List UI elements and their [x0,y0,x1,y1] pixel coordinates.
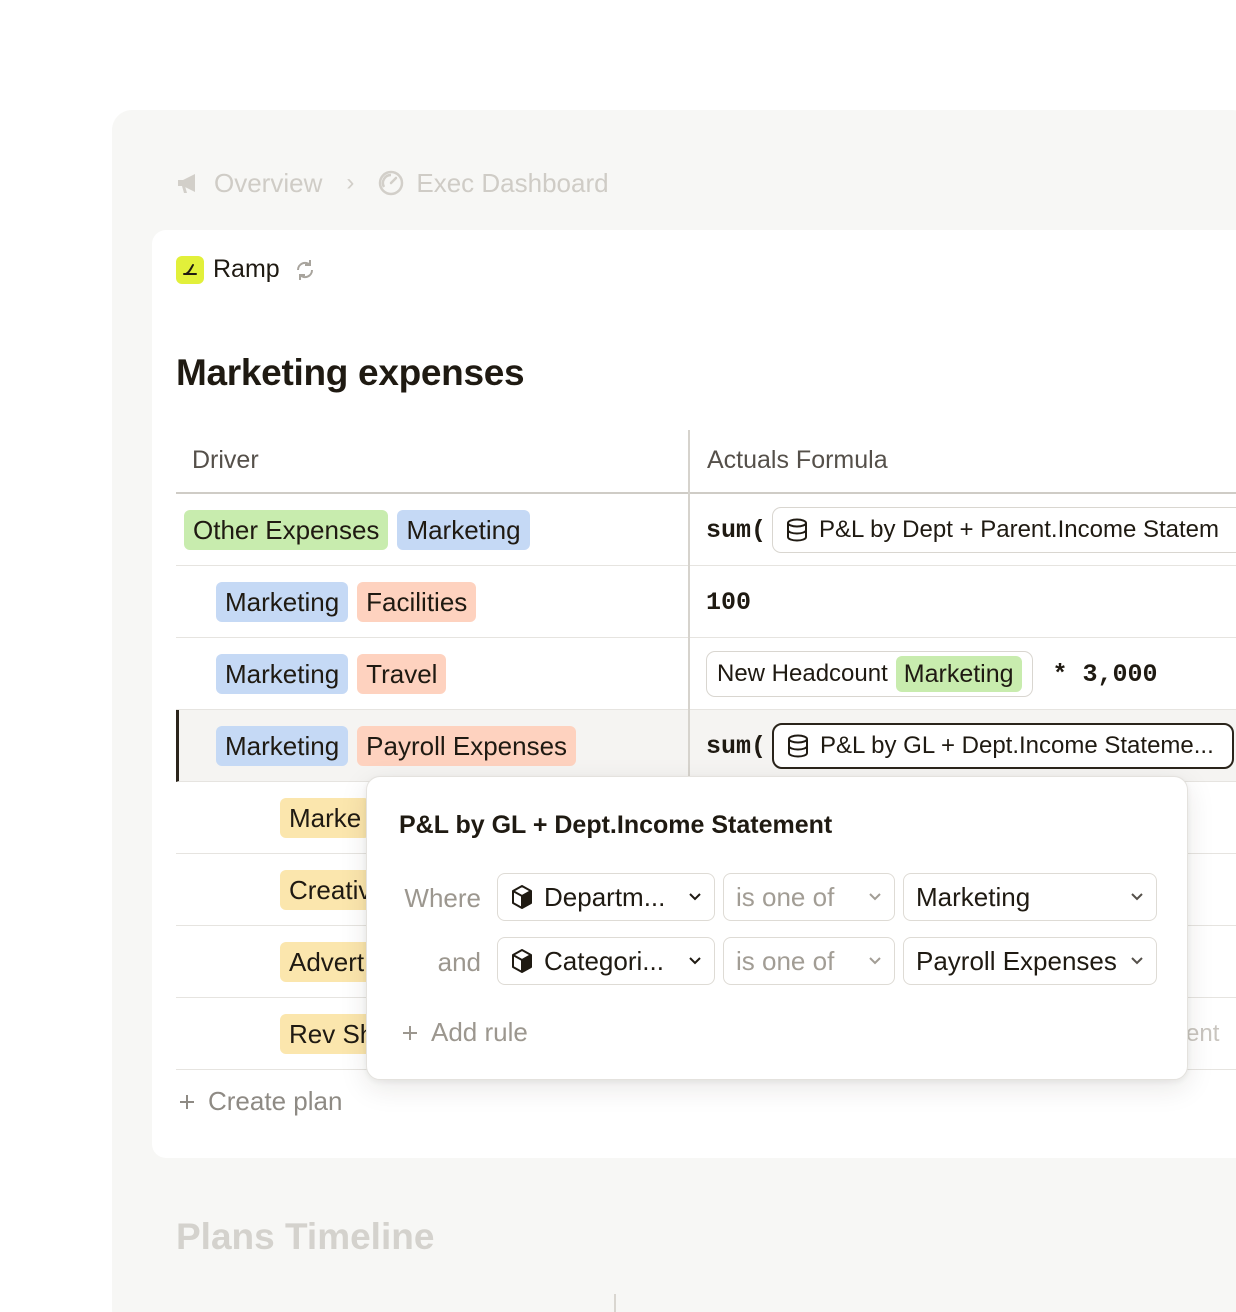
formula-reference-active[interactable]: P&L by GL + Dept.Income Stateme... [772,723,1235,769]
driver-tag[interactable]: Payroll Expenses [357,726,577,766]
rule-connector-and: and [437,947,481,977]
chevron-down-icon [1131,893,1143,901]
driver-cell: Marketing Facilities [216,566,477,638]
rule-field-value: Categori... [544,945,664,976]
rule-value-value: Payroll Expenses [916,945,1117,976]
driver-tag[interactable]: Marketing [397,510,530,550]
header-actuals-formula: Actuals Formula [707,446,888,474]
formula-reference-label: P&L by GL + Dept.Income Stateme... [820,732,1214,759]
brand-name: Ramp [213,255,280,283]
column-divider [688,430,690,782]
rule-field-select[interactable]: Departm... [497,873,715,921]
chevron-down-icon [689,893,701,901]
driver-cell: Other Expenses Marketing [184,494,530,566]
formula-reference-tag: Marketing [895,656,1022,692]
create-plan-button[interactable]: Create plan [178,1086,342,1117]
driver-tag[interactable]: Advert [280,942,374,982]
chevron-down-icon [1131,957,1143,965]
driver-tag[interactable]: Marketing [216,654,349,694]
gauge-icon [379,170,404,196]
table-row[interactable]: Marketing Travel New Headcount Marketing… [176,638,1236,710]
formula-reference[interactable]: P&L by Dept + Parent.Income Statem [772,507,1236,553]
driver-tag[interactable]: Marke [280,798,371,838]
driver-cell: Marketing Payroll Expenses [216,710,577,782]
rule-value-select[interactable]: Payroll Expenses [903,937,1157,985]
breadcrumb: Overview › Exec Dashboard [176,164,609,202]
formula-value: 100 [706,587,752,617]
page-title: Marketing expenses [176,352,525,393]
driver-cell: Marketing Travel [216,638,447,710]
add-rule-label: Add rule [431,1017,528,1047]
plus-icon [403,1025,417,1040]
rule-value-select[interactable]: Marketing [903,873,1157,921]
rule-value-value: Marketing [916,881,1031,912]
database-icon [787,518,808,542]
formula-partial-text: ent [1186,1020,1220,1047]
ramp-logo-icon [176,255,204,284]
breadcrumb-separator: › [346,169,355,196]
table-row-selected[interactable]: Marketing Payroll Expenses sum( P&L by G… [176,710,1236,782]
driver-cell: Marke [280,782,371,854]
brand-header: Ramp [176,255,317,284]
header-driver: Driver [192,446,259,474]
cube-icon [512,885,532,909]
driver-tag[interactable]: Marketing [216,726,349,766]
formula-cell[interactable]: New Headcount Marketing * 3,000 [706,638,1158,710]
database-icon [788,734,809,758]
breadcrumb-exec-dashboard[interactable]: Exec Dashboard [378,167,609,199]
formula-cell[interactable]: sum( P&L by GL + Dept.Income Stateme... [706,710,1235,782]
formula-function: sum( [706,515,767,545]
rule-operator-value: is one of [736,881,835,912]
rule-operator-value: is one of [736,945,835,976]
chevron-down-icon [869,893,881,901]
megaphone-icon [178,174,195,193]
table-row[interactable]: Other Expenses Marketing sum( P&L by Dep… [176,494,1236,566]
driver-tag[interactable]: Travel [357,654,447,694]
timeline-divider [614,1294,616,1312]
cube-icon [512,949,532,973]
rule-operator-select[interactable]: is one of [723,937,895,985]
plus-icon [180,1094,194,1109]
filter-popover: P&L by GL + Dept.Income Statement Where … [366,776,1188,1080]
sync-icon[interactable] [293,257,317,283]
rule-connector-where: Where [404,883,481,913]
driver-tag[interactable]: Marketing [216,582,349,622]
formula-function: sum( [706,731,767,761]
popover-title: P&L by GL + Dept.Income Statement [399,811,833,839]
formula-operator: * 3,000 [1052,659,1158,689]
table-row[interactable]: Marketing Facilities 100 [176,566,1236,638]
formula-reference[interactable]: New Headcount Marketing [706,651,1033,697]
driver-tag[interactable]: Facilities [357,582,477,622]
formula-reference-label: New Headcount [717,660,888,687]
formula-reference-label: P&L by Dept + Parent.Income Statem [819,516,1219,543]
chevron-down-icon [869,957,881,965]
driver-cell: Advert [280,926,374,998]
plans-timeline-heading: Plans Timeline [176,1216,435,1257]
rule-operator-select[interactable]: is one of [723,873,895,921]
rule-field-value: Departm... [544,881,666,912]
rule-field-select[interactable]: Categori... [497,937,715,985]
formula-cell[interactable]: 100 [706,566,751,638]
breadcrumb-exec-dashboard-label: Exec Dashboard [416,167,609,198]
breadcrumb-overview-label: Overview [214,167,323,198]
create-plan-label: Create plan [208,1086,343,1116]
formula-cell[interactable]: sum( P&L by Dept + Parent.Income Statem [706,494,1236,566]
driver-tag[interactable]: Other Expenses [184,510,389,550]
breadcrumb-overview[interactable]: Overview [176,168,322,199]
chevron-down-icon [689,957,701,965]
add-rule-button[interactable]: Add rule [401,1017,528,1048]
